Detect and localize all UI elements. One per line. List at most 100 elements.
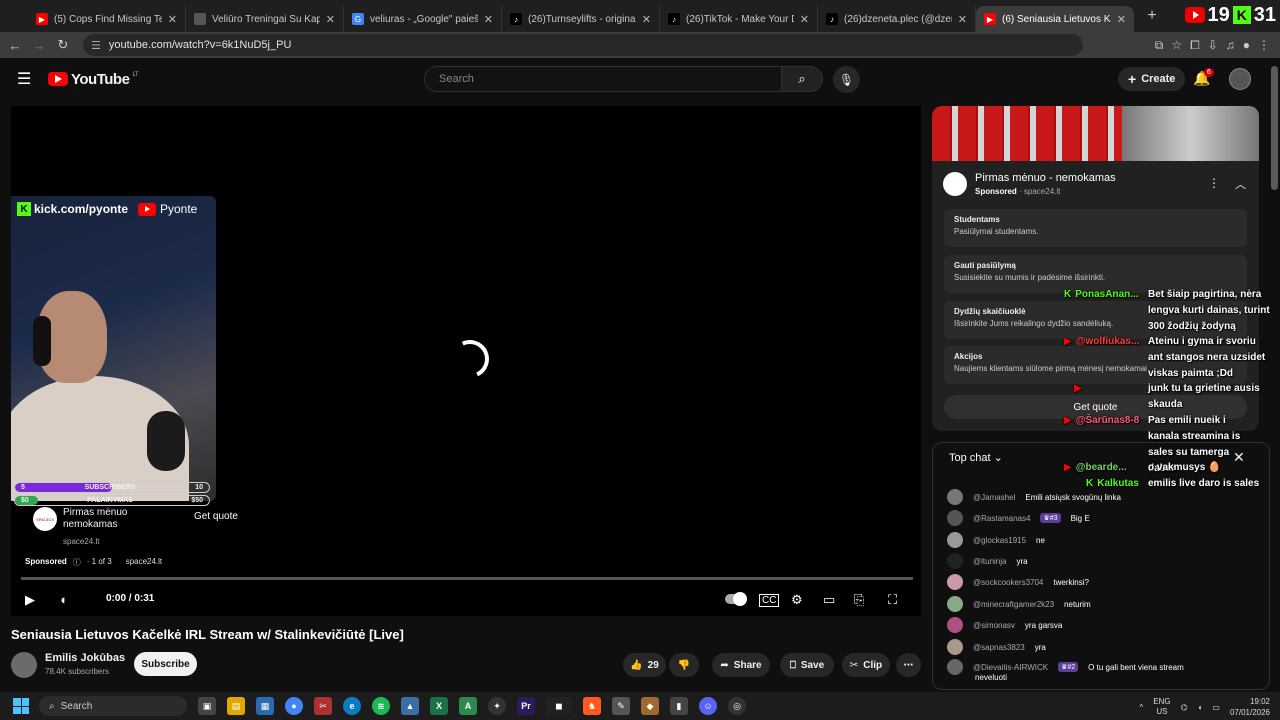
chat-author[interactable]: @Rastamanas4 [973,514,1030,523]
wallet-icon[interactable]: ◆ [641,697,659,715]
speaker-icon[interactable]: ◖ [1198,703,1203,712]
tab-close-icon[interactable]: ✕ [800,13,809,26]
more-actions-button[interactable]: ⋯ [896,653,921,677]
search-button[interactable]: ⌕ [781,66,823,92]
chat-message[interactable]: @Rastamanas4 ♛#3 Big E [947,510,1090,526]
voice-search-button[interactable]: 🎙 [833,66,860,93]
browser-tab[interactable]: ♪ (26)TikTok - Make Your Day ✕ [660,6,818,32]
ad-overlay-card[interactable]: SPACE24 Pirmas mėnuo nemokamas space24.l… [33,507,143,546]
volume-icon[interactable]: ◖ [59,592,67,607]
ad-banner-image[interactable] [932,106,1259,161]
capcut-icon[interactable]: ✦ [488,697,506,715]
search-input[interactable]: Search [424,66,782,92]
share-button[interactable]: ➦ Share [712,653,770,677]
profile-icon[interactable]: ● [1243,38,1250,53]
chat-author[interactable]: @sockcookers3704 [973,578,1043,587]
subscribe-button[interactable]: Subscribe [134,652,197,676]
chat-author[interactable]: @glockas1915 [973,536,1026,545]
chat-author[interactable]: @sapnas3823 [973,643,1025,652]
chrome-icon[interactable]: ● [285,697,303,715]
chat-avatar[interactable] [947,489,963,505]
browser-tab[interactable]: ♪ (26)dzeneta.plec (@dzeneta.ple ✕ [818,6,976,32]
browser-tab[interactable]: ▶ (6) Seniausia Lietuvos Kačel ✕ [976,6,1134,32]
tab-close-icon[interactable]: ✕ [326,13,335,26]
ad-offer-link[interactable]: Studentams Pasiūlymai studentams. [944,209,1247,247]
chat-avatar[interactable] [947,659,963,675]
chat-author[interactable]: @minecraftgamer2k23 [973,600,1054,609]
chat-mode-dropdown[interactable]: Top chat ⌄ [949,451,1003,464]
chat-author[interactable]: @ltuninja [973,557,1006,566]
tab-close-icon[interactable]: ✕ [484,13,493,26]
photos-icon[interactable]: ▲ [401,697,419,715]
ad-get-quote-button[interactable]: Get quote [194,511,238,522]
hamburger-menu-icon[interactable]: ☰ [17,69,33,89]
spotify-icon[interactable]: ≋ [372,697,390,715]
tray-chevron-icon[interactable]: ^ [1139,703,1143,712]
tab-close-icon[interactable]: ✕ [168,13,177,26]
app-abc-icon[interactable]: A [459,697,477,715]
windows-start-icon[interactable] [13,698,29,714]
tab-close-icon[interactable]: ✕ [642,13,651,26]
progress-bar[interactable] [21,577,913,580]
file-explorer-icon[interactable]: ▤ [227,697,245,715]
chat-avatar[interactable] [947,574,963,590]
tab-close-icon[interactable]: ✕ [1117,13,1126,26]
sponsored-domain[interactable]: space24.lt [126,557,162,568]
game-app-icon[interactable]: ◼ [546,697,572,715]
media-icon[interactable]: ♫ [1226,38,1235,53]
chat-avatar[interactable] [947,553,963,569]
chat-author[interactable]: @Jamashel [973,493,1015,502]
chat-author[interactable]: @simonasv [973,621,1015,630]
chat-message[interactable]: @simonasv yra garsva [947,617,1062,633]
taskbar-search[interactable]: ⌕ Search [39,696,187,716]
install-app-icon[interactable]: ⧉ [1155,38,1164,53]
page-scrollbar[interactable] [1271,66,1278,190]
premiere-icon[interactable]: Pr [517,697,535,715]
excel-icon[interactable]: X [430,697,448,715]
new-tab-icon[interactable]: + [1140,7,1164,25]
youtube-logo[interactable]: YouTube LT [48,71,138,88]
menu-icon[interactable]: ⋮ [1258,38,1270,53]
terminal-icon[interactable]: ▮ [670,697,688,715]
extensions-icon[interactable]: ⧠ [1190,38,1200,53]
chat-message[interactable]: @sockcookers3704 twerkinsi? [947,574,1089,590]
battery-icon[interactable]: ▭ [1212,703,1220,712]
chat-avatar[interactable] [947,532,963,548]
task-view-icon[interactable]: ▣ [198,697,216,715]
clock[interactable]: 19:02 07/01/2026 [1230,696,1270,718]
cast-icon[interactable]: ⎘ [854,592,864,608]
edge-icon[interactable]: e [343,697,361,715]
reload-icon[interactable]: ↻ [51,37,75,53]
collapse-chevron-icon[interactable]: ︿ [1235,176,1246,192]
info-icon[interactable]: ⓘ [73,557,81,568]
capture-icon[interactable]: ✎ [612,697,630,715]
autoplay-toggle[interactable] [725,592,747,606]
chat-message[interactable]: @ltuninja yra [947,553,1028,569]
chat-avatar[interactable] [947,639,963,655]
discord-icon[interactable]: ☺ [699,697,717,715]
ad-menu-icon[interactable]: ⋮ [1208,176,1220,190]
chat-message[interactable]: @glockas1915 ne [947,532,1045,548]
forward-icon[interactable]: → [27,38,51,53]
dislike-button[interactable]: 👎 [669,653,699,677]
channel-avatar[interactable] [11,652,37,678]
sidebar-ad-title[interactable]: Pirmas mėnuo - nemokamas [975,172,1116,184]
store-icon[interactable]: ▦ [256,697,274,715]
back-icon[interactable]: ← [3,38,27,53]
brave-icon[interactable]: ♞ [583,697,601,715]
browser-tab[interactable]: ▶ (5) Cops Find Missing Teen's Bo ✕ [28,6,186,32]
chat-message[interactable]: @sapnas3823 yra [947,639,1046,655]
chat-avatar[interactable] [947,617,963,633]
network-icon[interactable]: ⌬ [1181,703,1188,712]
miniplayer-icon[interactable]: ▭ [823,592,835,608]
site-info-icon[interactable]: ☰ [91,39,101,52]
create-button[interactable]: + Create [1118,67,1186,91]
bookmark-star-icon[interactable]: ☆ [1171,38,1182,53]
chat-author[interactable]: @Dievaitis-AIRWICK [973,663,1048,672]
like-button[interactable]: 👍 29 [623,653,666,677]
browser-tab[interactable]: Gveliuras - „Google" paieška ✕ [344,6,502,32]
snipping-tool-icon[interactable]: ✂ [314,697,332,715]
channel-name[interactable]: Emilis Jokūbas [45,652,125,664]
chat-avatar[interactable] [947,596,963,612]
fullscreen-icon[interactable]: ⛶ [888,592,897,608]
